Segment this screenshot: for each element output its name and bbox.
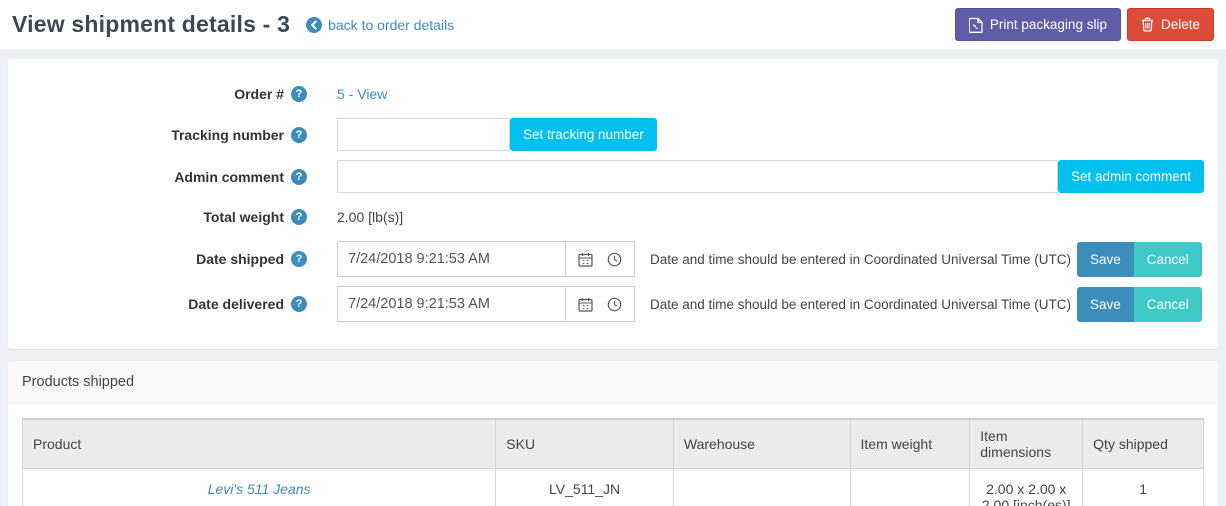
back-to-order-link[interactable]: back to order details (306, 17, 454, 33)
date-shipped-save-button[interactable]: Save (1077, 242, 1134, 277)
table-row: Levi's 511 Jeans LV_511_JN 2.00 x 2.00 x… (23, 469, 1204, 506)
cell-warehouse (673, 469, 850, 506)
column-header-qty-shipped: Qty shipped (1083, 419, 1204, 469)
clock-icon[interactable] (607, 252, 622, 267)
column-header-item-weight: Item weight (850, 419, 970, 469)
utc-note: Date and time should be entered in Coord… (650, 252, 1071, 267)
pdf-file-icon (969, 17, 983, 33)
order-view-link[interactable]: 5 - View (337, 86, 387, 102)
admin-comment-label: Admin comment (174, 169, 284, 185)
date-shipped-row: Date shipped ? (22, 241, 1204, 277)
clock-icon[interactable] (607, 297, 622, 312)
date-shipped-cancel-button[interactable]: Cancel (1134, 242, 1202, 277)
help-icon[interactable]: ? (291, 251, 307, 267)
trash-icon (1141, 17, 1154, 32)
print-button-label: Print packaging slip (990, 17, 1107, 32)
column-header-sku: SKU (496, 419, 674, 469)
products-shipped-panel: Products shipped Product SKU Warehouse I… (8, 361, 1218, 506)
table-header-row: Product SKU Warehouse Item weight Item d… (23, 419, 1204, 469)
date-delivered-label: Date delivered (188, 296, 284, 312)
save-label: Save (1090, 297, 1121, 312)
set-admin-comment-label: Set admin comment (1071, 169, 1191, 184)
products-shipped-heading: Products shipped (8, 361, 1218, 404)
column-header-product: Product (23, 419, 496, 469)
delete-button[interactable]: Delete (1127, 8, 1214, 41)
column-header-item-dimensions: Item dimensions (970, 419, 1083, 469)
calendar-icon[interactable] (578, 297, 593, 312)
save-label: Save (1090, 252, 1121, 267)
page-title: View shipment details - 3 (12, 11, 290, 38)
cell-sku: LV_511_JN (496, 469, 674, 506)
date-delivered-picker (337, 286, 635, 322)
cell-item-weight (850, 469, 970, 506)
tracking-number-label: Tracking number (171, 127, 284, 143)
cell-product: Levi's 511 Jeans (23, 469, 496, 506)
date-shipped-label: Date shipped (196, 251, 284, 267)
help-icon[interactable]: ? (291, 169, 307, 185)
products-table: Product SKU Warehouse Item weight Item d… (22, 418, 1204, 506)
arrow-circle-left-icon (306, 17, 322, 33)
column-header-warehouse: Warehouse (673, 419, 850, 469)
date-delivered-cancel-button[interactable]: Cancel (1134, 287, 1202, 322)
admin-comment-input[interactable] (337, 160, 1058, 193)
print-packaging-slip-button[interactable]: Print packaging slip (955, 8, 1121, 41)
product-link[interactable]: Levi's 511 Jeans (208, 481, 311, 497)
help-icon[interactable]: ? (291, 127, 307, 143)
help-icon[interactable]: ? (291, 86, 307, 102)
total-weight-row: Total weight ? 2.00 [lb(s)] (22, 202, 1204, 232)
cell-item-dimensions: 2.00 x 2.00 x 2.00 [inch(es)] (970, 469, 1083, 506)
total-weight-label: Total weight (203, 209, 284, 225)
cell-qty-shipped: 1 (1083, 469, 1204, 506)
cancel-label: Cancel (1147, 297, 1189, 312)
set-tracking-number-label: Set tracking number (523, 127, 644, 142)
set-admin-comment-button[interactable]: Set admin comment (1058, 160, 1204, 193)
help-icon[interactable]: ? (291, 209, 307, 225)
content-header: View shipment details - 3 back to order … (0, 0, 1226, 49)
tracking-number-row: Tracking number ? Set tracking number (22, 118, 1204, 151)
calendar-icon[interactable] (578, 252, 593, 267)
date-delivered-save-button[interactable]: Save (1077, 287, 1134, 322)
order-number-row: Order # ? 5 - View (22, 79, 1204, 109)
shipment-details-panel: Order # ? 5 - View Tracking number ? Set… (8, 59, 1218, 349)
back-link-label: back to order details (328, 17, 454, 33)
order-number-label: Order # (234, 86, 284, 102)
date-shipped-input[interactable] (338, 242, 565, 276)
utc-note: Date and time should be entered in Coord… (650, 297, 1071, 312)
date-shipped-picker (337, 241, 635, 277)
delete-button-label: Delete (1161, 17, 1200, 32)
help-icon[interactable]: ? (291, 296, 307, 312)
cancel-label: Cancel (1147, 252, 1189, 267)
date-delivered-input[interactable] (338, 287, 565, 321)
admin-comment-row: Admin comment ? Set admin comment (22, 160, 1204, 193)
total-weight-value: 2.00 [lb(s)] (337, 209, 403, 225)
tracking-number-input[interactable] (337, 118, 510, 151)
set-tracking-number-button[interactable]: Set tracking number (510, 118, 657, 151)
date-delivered-row: Date delivered ? (22, 286, 1204, 322)
